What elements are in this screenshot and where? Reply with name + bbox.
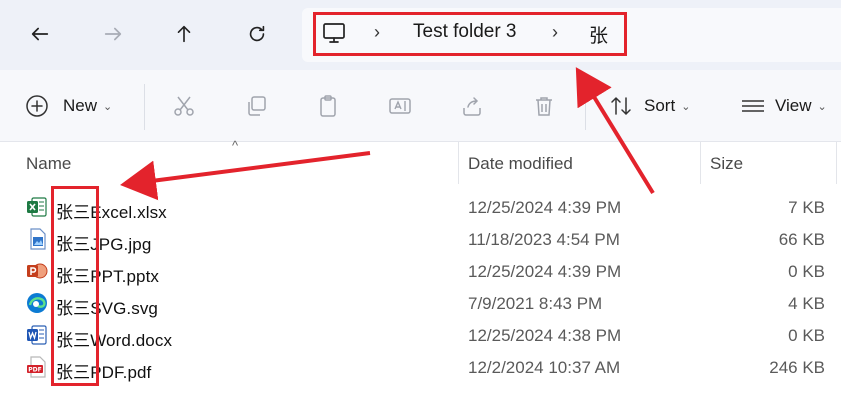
file-size: 0 KB xyxy=(788,262,825,281)
word-icon xyxy=(27,325,47,345)
share-icon xyxy=(463,97,481,116)
file-row[interactable]: 张三PPT.pptx 12/25/2024 4:39 PM 0 KB xyxy=(0,256,841,288)
sort-ascending-icon: ^ xyxy=(232,138,239,153)
column-header: ^ Name Date modified Size xyxy=(0,138,841,184)
sort-icon xyxy=(611,96,631,116)
file-size: 4 KB xyxy=(788,294,825,313)
share-button[interactable] xyxy=(458,92,486,120)
divider xyxy=(144,84,145,130)
command-bar: New ⌄ Sort ⌄ View ⌄ xyxy=(0,70,841,142)
copy-icon xyxy=(248,96,266,116)
pdf-icon: PDF xyxy=(27,356,46,378)
view-list-icon xyxy=(742,100,764,112)
chevron-down-icon: ⌄ xyxy=(103,100,113,113)
file-size: 0 KB xyxy=(788,326,825,345)
back-button[interactable] xyxy=(22,16,58,52)
divider xyxy=(585,84,586,130)
file-size: 66 KB xyxy=(778,230,825,249)
file-date: 12/25/2024 4:38 PM xyxy=(468,326,622,345)
file-date: 12/25/2024 4:39 PM xyxy=(468,198,622,217)
column-divider[interactable] xyxy=(458,142,459,184)
chevron-down-icon: ⌄ xyxy=(681,100,691,113)
arrow-up-icon xyxy=(177,25,191,43)
up-button[interactable] xyxy=(166,16,202,52)
edge-icon xyxy=(27,293,47,313)
navigation-bar: › Test folder 3 › 张 xyxy=(0,0,841,70)
file-size: 7 KB xyxy=(788,198,825,217)
file-date: 7/9/2021 8:43 PM xyxy=(468,294,603,313)
column-size[interactable]: Size xyxy=(710,154,743,174)
delete-button[interactable] xyxy=(530,92,558,120)
copy-button[interactable] xyxy=(242,92,270,120)
file-size: 246 KB xyxy=(769,358,825,377)
file-row[interactable]: 张三Excel.xlsx 12/25/2024 4:39 PM 7 KB xyxy=(0,192,841,224)
file-row[interactable]: 张三Word.docx 12/25/2024 4:38 PM 0 KB xyxy=(0,320,841,352)
clipboard-icon xyxy=(320,95,336,117)
view-button[interactable]: View ⌄ xyxy=(739,92,827,120)
file-date: 11/18/2023 4:54 PM xyxy=(468,230,620,249)
column-date-modified[interactable]: Date modified xyxy=(468,154,573,174)
file-date: 12/2/2024 10:37 AM xyxy=(468,358,621,377)
breadcrumb-highlight-box xyxy=(313,12,627,56)
svg-text:PDF: PDF xyxy=(28,367,41,374)
refresh-button[interactable] xyxy=(239,16,275,52)
sort-button[interactable]: Sort ⌄ xyxy=(608,92,690,120)
cut-button[interactable] xyxy=(170,92,198,120)
new-label: New xyxy=(63,96,98,115)
excel-icon xyxy=(27,197,47,217)
sort-label: Sort xyxy=(644,96,676,115)
file-row[interactable]: 张三JPG.jpg 11/18/2023 4:54 PM 66 KB xyxy=(0,224,841,256)
plus-circle-icon xyxy=(26,95,48,117)
column-divider[interactable] xyxy=(836,142,837,184)
forward-button[interactable] xyxy=(95,16,131,52)
image-icon xyxy=(30,228,46,250)
paste-button[interactable] xyxy=(314,92,342,120)
chevron-down-icon: ⌄ xyxy=(817,100,827,113)
arrow-right-icon xyxy=(104,27,122,41)
powerpoint-icon xyxy=(27,263,48,279)
scissors-icon xyxy=(174,96,194,116)
rename-icon xyxy=(389,98,411,114)
file-date: 12/25/2024 4:39 PM xyxy=(468,262,622,281)
column-divider[interactable] xyxy=(700,142,701,184)
arrow-left-icon xyxy=(31,27,49,41)
filename-prefix-highlight-box xyxy=(51,186,99,386)
column-name[interactable]: Name xyxy=(26,154,71,174)
view-label: View xyxy=(775,96,812,115)
new-button[interactable]: New ⌄ xyxy=(25,92,112,120)
file-row[interactable]: 张三SVG.svg 7/9/2021 8:43 PM 4 KB xyxy=(0,288,841,320)
rename-button[interactable] xyxy=(386,92,414,120)
refresh-icon xyxy=(249,25,265,42)
file-row[interactable]: PDF 张三PDF.pdf 12/2/2024 10:37 AM 246 KB xyxy=(0,352,841,384)
trash-icon xyxy=(536,97,552,116)
